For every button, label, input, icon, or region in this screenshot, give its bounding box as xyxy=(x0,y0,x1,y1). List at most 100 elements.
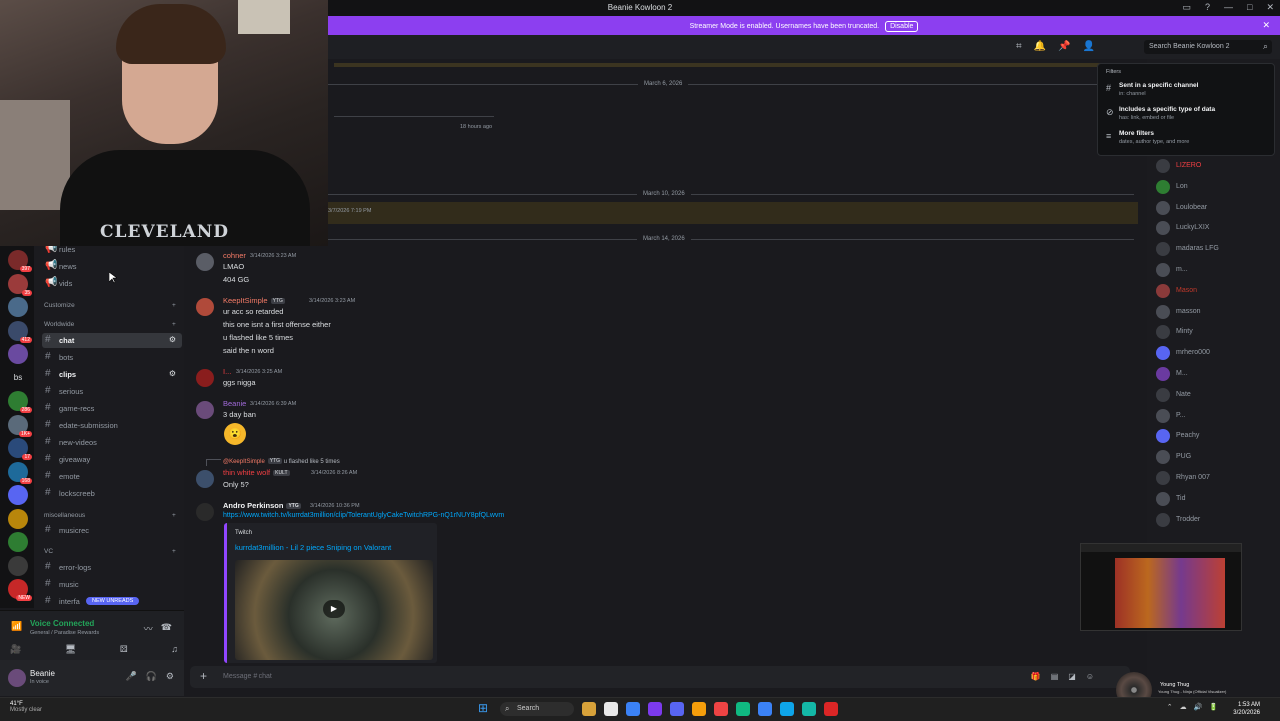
new-unreads-pill[interactable]: NEW UNREADS xyxy=(86,597,140,605)
media-icon[interactable] xyxy=(714,702,728,716)
terminal-icon[interactable] xyxy=(802,702,816,716)
add-channel-icon[interactable]: + xyxy=(172,512,176,519)
channel-musicrec[interactable]: # musicrec xyxy=(42,523,182,538)
category-vc[interactable]: VC + xyxy=(44,548,176,555)
notepad-icon[interactable] xyxy=(604,702,618,716)
category-miscellaneous[interactable]: miscellaneous + xyxy=(44,512,176,519)
add-channel-icon[interactable]: + xyxy=(172,302,176,309)
windows-start-icon[interactable]: ⊞ xyxy=(478,702,491,715)
server-icon[interactable] xyxy=(8,485,28,505)
message-username[interactable]: KeepItSimple YTG xyxy=(223,296,285,305)
folder-icon[interactable] xyxy=(692,702,706,716)
channel-emote[interactable]: # emote xyxy=(42,469,182,484)
server-icon[interactable] xyxy=(8,508,28,529)
app-icon[interactable] xyxy=(648,702,662,716)
message-username[interactable]: thin white wolf KULT xyxy=(223,468,290,477)
user-avatar[interactable] xyxy=(196,470,214,488)
chrome-icon[interactable] xyxy=(758,702,772,716)
highlighted-message[interactable]: 3/7/2026 7:19 PM xyxy=(328,202,1138,224)
channel-chat[interactable]: # chat ⚙ xyxy=(42,333,182,348)
spotify-icon[interactable] xyxy=(736,702,750,716)
taskbar-search[interactable]: ⌕ Search xyxy=(500,702,574,716)
activity-icon[interactable]: ⚄ xyxy=(120,644,128,655)
server-icon[interactable]: 168 xyxy=(8,461,32,484)
user-avatar[interactable] xyxy=(196,401,214,419)
server-icon[interactable] xyxy=(8,344,28,364)
file-explorer-icon[interactable] xyxy=(582,702,596,716)
close-window-button[interactable]: ✕ xyxy=(1266,2,1274,13)
server-icon[interactable] xyxy=(8,297,28,317)
gift-icon[interactable]: 🎁 xyxy=(1031,672,1041,681)
embed-title[interactable]: kurrdat3million - Lil 2 piece Sniping on… xyxy=(235,543,391,552)
message-username[interactable]: cohner xyxy=(223,251,246,260)
message-username[interactable]: Beanie xyxy=(223,399,246,408)
user-avatar[interactable] xyxy=(196,253,214,271)
user-avatar[interactable] xyxy=(196,503,214,521)
channel-bots[interactable]: # bots xyxy=(42,350,182,365)
inbox-icon[interactable]: ▭ xyxy=(1182,2,1191,13)
edge-icon[interactable] xyxy=(780,702,794,716)
message-link[interactable]: https://www.twitch.tv/kurrdat3million/cl… xyxy=(223,512,504,519)
disable-streamer-mode-button[interactable]: Disable xyxy=(885,21,919,32)
channel-lockscreeb[interactable]: # lockscreeb xyxy=(42,486,182,501)
server-icon[interactable]: 17 xyxy=(8,438,32,460)
filter-more[interactable]: ≡ More filters dates, author type, and mor… xyxy=(1106,128,1266,150)
sticker-icon[interactable]: ◪ xyxy=(1068,672,1076,681)
member-list-icon[interactable]: 👤 xyxy=(1083,41,1095,52)
search-input[interactable]: Search Beanie Kowloon 2 ⌕ xyxy=(1144,40,1272,54)
channel-rules[interactable]: 📢 rules xyxy=(42,246,182,257)
channel-error-logs[interactable]: # error-logs xyxy=(42,560,182,575)
channel-clips[interactable]: # clips ⚙ xyxy=(42,367,182,382)
server-icon[interactable]: bs xyxy=(8,368,28,388)
disconnect-icon[interactable]: ☎ xyxy=(161,622,172,635)
gear-icon[interactable]: ⚙ xyxy=(166,671,174,682)
message-composer[interactable]: + Message # chat 🎁 ▤ ◪ ☺ xyxy=(190,666,1130,688)
system-tray[interactable]: ⌃ ☁ 🔊 🔋 xyxy=(1167,703,1218,711)
reply-preview[interactable]: @KeepItSimple YTG u flashed like 5 times xyxy=(223,458,340,465)
screenshare-icon[interactable]: 🖥 xyxy=(65,644,76,655)
server-icon[interactable]: 412 xyxy=(8,320,32,343)
category-customize[interactable]: Customize + xyxy=(44,302,176,309)
notification-bell-icon[interactable]: 🔔 xyxy=(1034,41,1046,52)
soundboard-icon[interactable]: ♫ xyxy=(171,644,178,655)
camera-icon[interactable]: 🎥 xyxy=(10,644,21,655)
obs-icon[interactable] xyxy=(824,702,838,716)
threads-icon[interactable]: ⌗ xyxy=(1016,41,1022,52)
channel-game-recs[interactable]: # game-recs xyxy=(42,401,182,416)
server-icon[interactable]: 397 xyxy=(8,250,32,272)
signal-icon[interactable]: 📶 xyxy=(11,621,22,632)
filter-has-data[interactable]: ⊘ Includes a specific type of data has: li… xyxy=(1106,104,1266,126)
category-worldwide[interactable]: Worldwide + xyxy=(44,321,176,328)
add-channel-icon[interactable]: + xyxy=(172,548,176,555)
noise-suppression-icon[interactable]: 〰 xyxy=(144,622,153,635)
channel-settings-icon[interactable]: ⚙ xyxy=(169,369,176,378)
play-icon[interactable]: ▶ xyxy=(323,600,345,618)
emoji-icon[interactable]: ☺ xyxy=(1086,672,1094,681)
channel-new-videos[interactable]: # new-videos xyxy=(42,435,182,450)
taskbar-clock[interactable]: 1:53 AM 3/20/2026 xyxy=(1233,701,1260,717)
help-icon[interactable]: ? xyxy=(1205,2,1210,13)
message-username[interactable]: I... xyxy=(223,367,231,376)
server-icon[interactable]: NEW xyxy=(8,579,32,601)
gif-icon[interactable]: ▤ xyxy=(1051,672,1059,681)
server-icon[interactable] xyxy=(8,555,28,576)
filter-in-channel[interactable]: # Sent in a specific channel in: channel xyxy=(1106,80,1266,102)
add-attachment-icon[interactable]: + xyxy=(200,669,207,683)
channel-serious[interactable]: # serious xyxy=(42,384,182,399)
weather-widget[interactable]: 41°F Mostly clear xyxy=(10,701,42,713)
channel-music[interactable]: # music xyxy=(42,577,182,592)
maximize-button[interactable]: □ xyxy=(1247,2,1252,13)
mute-icon[interactable]: 🎤 xyxy=(125,671,136,682)
server-icon[interactable]: 286 xyxy=(8,391,32,413)
add-channel-icon[interactable]: + xyxy=(172,321,176,328)
discord-icon[interactable] xyxy=(670,702,684,716)
stream-preview[interactable] xyxy=(1080,543,1242,631)
deafen-icon[interactable]: 🎧 xyxy=(146,671,157,682)
voice-location[interactable]: General / Paradise Rewards xyxy=(30,630,99,636)
user-avatar[interactable] xyxy=(196,298,214,316)
server-icon[interactable]: 1K+ xyxy=(8,414,32,437)
user-avatar[interactable] xyxy=(196,369,214,387)
avatar[interactable] xyxy=(8,669,26,687)
channel-giveaway[interactable]: # giveaway xyxy=(42,452,182,467)
embed-thumbnail[interactable]: ▶ xyxy=(235,560,433,660)
